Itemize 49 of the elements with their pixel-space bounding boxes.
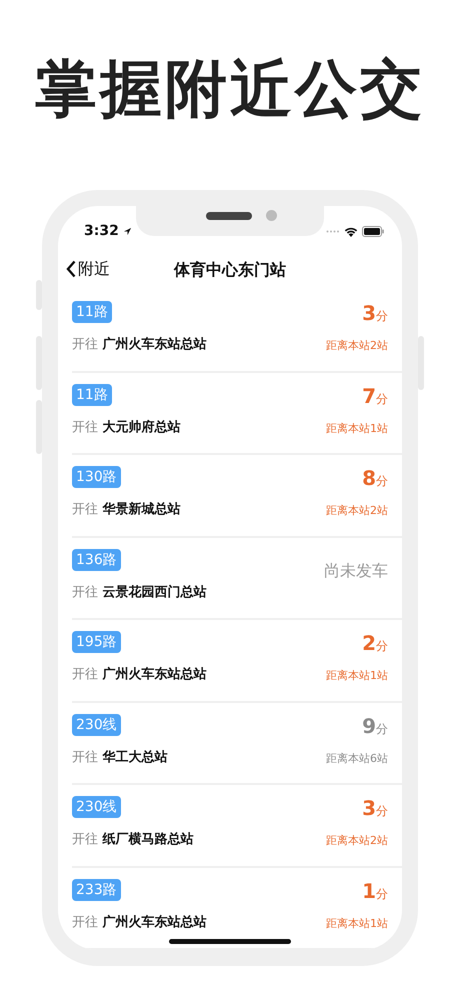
route-row[interactable]: 11路 开往 广州火车东站总站 3分 距离本站2站 (72, 290, 402, 372)
route-number: 230线 (72, 714, 121, 736)
stops-away: 距离本站1站 (326, 668, 388, 684)
departure-status: 尚未发车 (324, 560, 388, 582)
arrival-time: 3分 (362, 796, 388, 822)
stops-away: 距离本站2站 (326, 338, 388, 354)
destination-text: 开往 广州火车东站总站 (72, 336, 207, 354)
battery-icon (362, 226, 384, 236)
page-title: 体育中心东门站 (174, 259, 286, 281)
speaker (206, 212, 252, 220)
destination-text: 开往 广州火车东站总站 (72, 666, 207, 684)
stops-away: 距离本站2站 (326, 833, 388, 849)
location-icon (122, 226, 132, 236)
destination-text: 开往 华景新城总站 (72, 500, 181, 519)
back-icon (66, 260, 76, 278)
signal-icon (326, 230, 340, 232)
destination-text: 开往 纸厂横马路总站 (72, 831, 194, 849)
headline: 掌握附近公交 (34, 51, 426, 127)
route-number: 195路 (72, 631, 121, 653)
route-row[interactable]: 230线 开往 纸厂横马路总站 3分 距离本站2站 (72, 785, 402, 868)
arrival-time: 1分 (362, 878, 388, 904)
route-number: 11路 (72, 301, 112, 323)
arrival-time: 8分 (362, 466, 388, 492)
destination-text: 开往 广州火车东站总站 (72, 914, 207, 932)
route-number: 230线 (72, 796, 121, 818)
route-row[interactable]: 11路 开往 大元帅府总站 7分 距离本站1站 (72, 372, 402, 455)
route-number: 233路 (72, 878, 121, 900)
route-number: 130路 (72, 466, 121, 488)
camera (266, 210, 277, 221)
route-row[interactable]: 230线 开往 华工大总站 9分 距离本站6站 (72, 702, 402, 785)
stops-away: 距离本站1站 (326, 420, 388, 436)
wifi-icon (344, 226, 358, 236)
back-button[interactable]: 附近 (66, 257, 110, 281)
route-row[interactable]: 130路 开往 华景新城总站 8分 距离本站2站 (72, 455, 402, 538)
status-time: 3:32 (84, 222, 119, 240)
arrival-time: 2分 (362, 631, 388, 657)
route-row[interactable]: 195路 开往 广州火车东站总站 2分 距离本站1站 (72, 620, 402, 702)
destination-text: 开往 云景花园西门总站 (72, 584, 207, 602)
destination-text: 开往 华工大总站 (72, 748, 168, 766)
route-number: 11路 (72, 384, 112, 406)
route-number: 136路 (72, 548, 121, 570)
arrival-time: 3分 (362, 301, 388, 327)
destination-text: 开往 大元帅府总站 (72, 418, 181, 436)
arrival-time: 9分 (362, 714, 388, 740)
stops-away: 距离本站1站 (326, 916, 388, 932)
stops-away: 距离本站6站 (326, 750, 388, 766)
stops-away: 距离本站2站 (326, 503, 388, 519)
arrival-time: 7分 (362, 384, 388, 410)
route-row[interactable]: 136路 开往 云景花园西门总站 尚未发车 (72, 538, 402, 620)
